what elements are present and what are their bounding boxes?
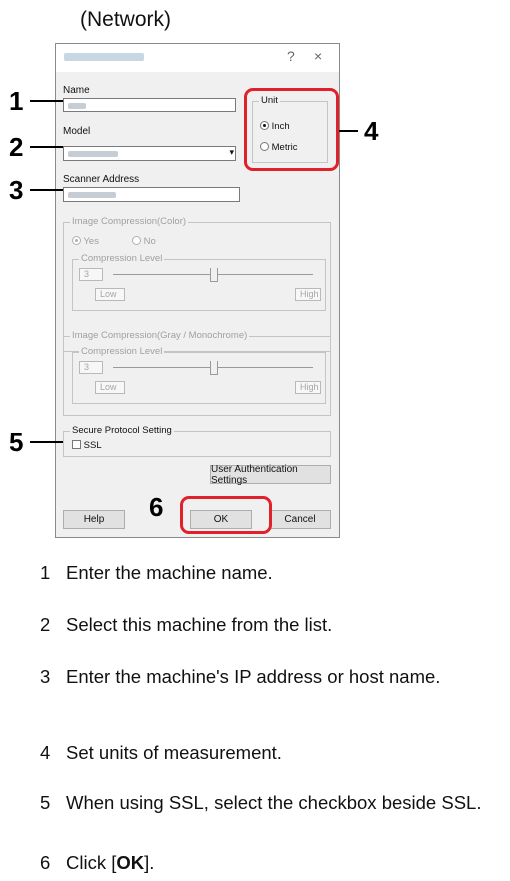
help-title-button[interactable]: ? [287,48,295,64]
radio-yes[interactable] [72,236,81,245]
secure-protocol-title: Secure Protocol Setting [70,425,174,436]
low-label: Low [95,288,125,301]
step-6-prefix: Click [ [66,852,117,873]
ssl-checkbox[interactable] [72,440,81,449]
help-button-footer[interactable]: Help [63,510,125,529]
low-gray-label: Low [95,381,125,394]
section-heading: (Network) [80,8,172,31]
ssl-label: SSL [83,440,102,451]
callout-5-line [30,441,63,443]
step-text: Select this machine from the list. [66,614,333,635]
ssl-option[interactable]: SSL [72,440,102,451]
compression-gray-slider-thumb[interactable] [210,361,218,375]
callout-5: 5 [9,427,24,457]
step-number: 1 [40,562,51,583]
no-label: No [143,236,156,247]
close-icon[interactable]: × [314,48,322,64]
step-text: Set units of measurement. [66,742,282,763]
callout-6: 6 [149,492,164,522]
image-compression-gray-group: Image Compression(Gray / Monochrome) Com… [63,330,331,416]
compression-level-title: Compression Level [79,253,165,264]
step-number: 5 [40,792,51,813]
compression-level-gray-title: Compression Level [79,346,165,357]
ok-highlight-box [180,496,272,534]
step-number: 4 [40,742,51,763]
compression-level-gray-value[interactable]: 3 [79,361,103,374]
callout-4: 4 [364,116,379,146]
title-bar: ? × [56,44,339,72]
user-authentication-settings-button[interactable]: User Authentication Settings [210,464,331,486]
compression-no-option[interactable]: No [132,236,156,247]
image-compression-gray-title: Image Compression(Gray / Monochrome) [70,330,250,341]
yes-label: Yes [83,236,99,247]
radio-no[interactable] [132,236,141,245]
step-text: Click [OK]. [66,850,510,876]
step-number: 3 [40,666,51,687]
compression-slider-thumb[interactable] [210,268,218,282]
callout-3-line [30,189,63,191]
compression-level-gray-group: Compression Level 3 Low High [72,346,326,404]
callout-2-line [30,146,63,148]
step-number: 6 [40,852,51,873]
chevron-down-icon[interactable]: ▾ [229,147,234,158]
step-text: Enter the machine name. [66,562,273,583]
compression-level-color-group: Compression Level 3 Low High [72,253,326,311]
name-field[interactable] [63,98,236,112]
image-compression-color-title: Image Compression(Color) [70,216,189,227]
scanner-address-field[interactable] [63,187,240,202]
cancel-button[interactable]: Cancel [269,510,331,529]
compression-yes-option[interactable]: Yes [72,236,99,247]
step-6-suffix: ]. [144,852,155,873]
step-number: 2 [40,614,51,635]
step-text: Enter the machine's IP address or host n… [66,666,441,687]
model-label: Model [63,126,91,137]
callout-4-line [339,130,358,132]
callout-3: 3 [9,175,24,205]
step-text: When using SSL, select the checkbox besi… [66,792,482,813]
high-gray-label: High [295,381,321,394]
unit-highlight-box [244,88,339,171]
callout-1: 1 [9,86,24,116]
callout-2: 2 [9,132,24,162]
model-select[interactable]: ▾ [63,146,236,161]
high-label: High [295,288,321,301]
compression-level-value[interactable]: 3 [79,268,103,281]
secure-protocol-group: Secure Protocol Setting SSL [63,425,331,457]
scanner-address-label: Scanner Address [63,174,140,185]
callout-1-line [30,100,63,102]
name-label: Name [63,85,90,96]
step-6-ok-bold: OK [116,852,145,873]
dialog-title-blurred [64,53,144,61]
